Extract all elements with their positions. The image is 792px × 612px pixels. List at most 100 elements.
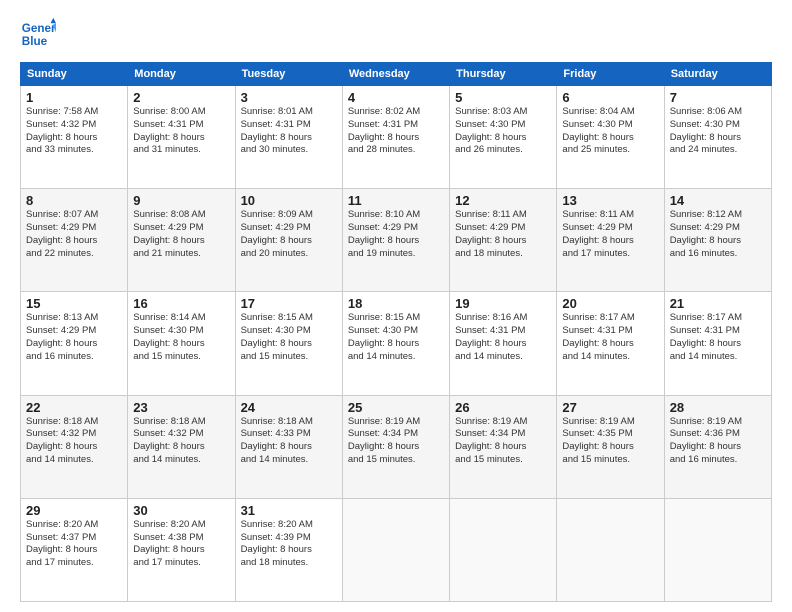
day-number: 22 — [26, 400, 122, 415]
table-row: 11Sunrise: 8:10 AMSunset: 4:29 PMDayligh… — [342, 189, 449, 292]
day-info: Sunrise: 8:08 AMSunset: 4:29 PMDaylight:… — [133, 209, 205, 258]
table-row — [557, 498, 664, 601]
day-info: Sunrise: 8:19 AMSunset: 4:34 PMDaylight:… — [455, 416, 527, 465]
day-info: Sunrise: 8:01 AMSunset: 4:31 PMDaylight:… — [241, 106, 313, 155]
day-number: 26 — [455, 400, 551, 415]
day-info: Sunrise: 8:20 AMSunset: 4:38 PMDaylight:… — [133, 519, 205, 568]
table-row: 2Sunrise: 8:00 AMSunset: 4:31 PMDaylight… — [128, 86, 235, 189]
day-number: 12 — [455, 193, 551, 208]
page: General Blue Sunday Monday Tuesday Wedne… — [0, 0, 792, 612]
day-number: 15 — [26, 296, 122, 311]
calendar-row: 8Sunrise: 8:07 AMSunset: 4:29 PMDaylight… — [21, 189, 772, 292]
day-number: 20 — [562, 296, 658, 311]
table-row: 19Sunrise: 8:16 AMSunset: 4:31 PMDayligh… — [450, 292, 557, 395]
day-info: Sunrise: 8:11 AMSunset: 4:29 PMDaylight:… — [455, 209, 527, 258]
day-info: Sunrise: 8:16 AMSunset: 4:31 PMDaylight:… — [455, 312, 527, 361]
calendar-row: 22 Sunrise: 8:18 AMSunset: 4:32 PMDayligh… — [21, 395, 772, 498]
day-number: 5 — [455, 90, 551, 105]
table-row — [342, 498, 449, 601]
header-friday: Friday — [557, 63, 664, 86]
day-number: 3 — [241, 90, 337, 105]
table-row: 21Sunrise: 8:17 AMSunset: 4:31 PMDayligh… — [664, 292, 771, 395]
day-info: Sunrise: 8:15 AMSunset: 4:30 PMDaylight:… — [241, 312, 313, 361]
table-row: 3Sunrise: 8:01 AMSunset: 4:31 PMDaylight… — [235, 86, 342, 189]
table-row: 30Sunrise: 8:20 AMSunset: 4:38 PMDayligh… — [128, 498, 235, 601]
table-row: 29Sunrise: 8:20 AMSunset: 4:37 PMDayligh… — [21, 498, 128, 601]
day-info: Sunrise: 8:19 AMSunset: 4:35 PMDaylight:… — [562, 416, 634, 465]
day-number: 2 — [133, 90, 229, 105]
day-number: 14 — [670, 193, 766, 208]
header-saturday: Saturday — [664, 63, 771, 86]
day-info: Sunrise: 8:06 AMSunset: 4:30 PMDaylight:… — [670, 106, 742, 155]
header-wednesday: Wednesday — [342, 63, 449, 86]
day-number: 30 — [133, 503, 229, 518]
table-row: 28Sunrise: 8:19 AMSunset: 4:36 PMDayligh… — [664, 395, 771, 498]
day-info: Sunrise: 7:58 AMSunset: 4:32 PMDaylight:… — [26, 106, 98, 155]
header-monday: Monday — [128, 63, 235, 86]
table-row: 26Sunrise: 8:19 AMSunset: 4:34 PMDayligh… — [450, 395, 557, 498]
day-number: 23 — [133, 400, 229, 415]
table-row: 23Sunrise: 8:18 AMSunset: 4:32 PMDayligh… — [128, 395, 235, 498]
header-sunday: Sunday — [21, 63, 128, 86]
day-info: Sunrise: 8:03 AMSunset: 4:30 PMDaylight:… — [455, 106, 527, 155]
day-info: Sunrise: 8:19 AMSunset: 4:34 PMDaylight:… — [348, 416, 420, 465]
table-row: 27Sunrise: 8:19 AMSunset: 4:35 PMDayligh… — [557, 395, 664, 498]
day-info: Sunrise: 8:04 AMSunset: 4:30 PMDaylight:… — [562, 106, 634, 155]
day-number: 4 — [348, 90, 444, 105]
svg-text:General: General — [22, 22, 56, 35]
day-info: Sunrise: 8:12 AMSunset: 4:29 PMDaylight:… — [670, 209, 742, 258]
day-number: 10 — [241, 193, 337, 208]
table-row: 15Sunrise: 8:13 AMSunset: 4:29 PMDayligh… — [21, 292, 128, 395]
day-number: 1 — [26, 90, 122, 105]
day-number: 27 — [562, 400, 658, 415]
table-row — [664, 498, 771, 601]
day-number: 17 — [241, 296, 337, 311]
day-number: 28 — [670, 400, 766, 415]
day-info: Sunrise: 8:20 AMSunset: 4:37 PMDaylight:… — [26, 519, 98, 568]
day-number: 25 — [348, 400, 444, 415]
day-info: Sunrise: 8:13 AMSunset: 4:29 PMDaylight:… — [26, 312, 98, 361]
day-number: 21 — [670, 296, 766, 311]
day-info: Sunrise: 8:14 AMSunset: 4:30 PMDaylight:… — [133, 312, 205, 361]
day-info: Sunrise: 8:02 AMSunset: 4:31 PMDaylight:… — [348, 106, 420, 155]
table-row — [450, 498, 557, 601]
table-row: 18Sunrise: 8:15 AMSunset: 4:30 PMDayligh… — [342, 292, 449, 395]
table-row: 9Sunrise: 8:08 AMSunset: 4:29 PMDaylight… — [128, 189, 235, 292]
day-info: Sunrise: 8:17 AMSunset: 4:31 PMDaylight:… — [562, 312, 634, 361]
day-info: Sunrise: 8:00 AMSunset: 4:31 PMDaylight:… — [133, 106, 205, 155]
calendar-row: 15Sunrise: 8:13 AMSunset: 4:29 PMDayligh… — [21, 292, 772, 395]
table-row: 6Sunrise: 8:04 AMSunset: 4:30 PMDaylight… — [557, 86, 664, 189]
day-number: 29 — [26, 503, 122, 518]
table-row: 24Sunrise: 8:18 AMSunset: 4:33 PMDayligh… — [235, 395, 342, 498]
day-number: 7 — [670, 90, 766, 105]
day-number: 18 — [348, 296, 444, 311]
day-info: Sunrise: 8:18 AMSunset: 4:32 PMDaylight:… — [133, 416, 205, 465]
day-number: 11 — [348, 193, 444, 208]
day-info: Sunrise: 8:11 AMSunset: 4:29 PMDaylight:… — [562, 209, 634, 258]
day-info: Sunrise: 8:17 AMSunset: 4:31 PMDaylight:… — [670, 312, 742, 361]
day-info: Sunrise: 8:07 AMSunset: 4:29 PMDaylight:… — [26, 209, 98, 258]
header-tuesday: Tuesday — [235, 63, 342, 86]
day-number: 6 — [562, 90, 658, 105]
logo-icon: General Blue — [20, 16, 56, 52]
table-row: 4Sunrise: 8:02 AMSunset: 4:31 PMDaylight… — [342, 86, 449, 189]
table-row: 25Sunrise: 8:19 AMSunset: 4:34 PMDayligh… — [342, 395, 449, 498]
table-row: 8Sunrise: 8:07 AMSunset: 4:29 PMDaylight… — [21, 189, 128, 292]
table-row: 14Sunrise: 8:12 AMSunset: 4:29 PMDayligh… — [664, 189, 771, 292]
header: General Blue — [20, 16, 772, 52]
logo: General Blue — [20, 16, 56, 52]
table-row: 31Sunrise: 8:20 AMSunset: 4:39 PMDayligh… — [235, 498, 342, 601]
table-row: 1Sunrise: 7:58 AMSunset: 4:32 PMDaylight… — [21, 86, 128, 189]
calendar-row: 29Sunrise: 8:20 AMSunset: 4:37 PMDayligh… — [21, 498, 772, 601]
calendar-table: Sunday Monday Tuesday Wednesday Thursday… — [20, 62, 772, 602]
day-number: 31 — [241, 503, 337, 518]
table-row: 10Sunrise: 8:09 AMSunset: 4:29 PMDayligh… — [235, 189, 342, 292]
weekday-header-row: Sunday Monday Tuesday Wednesday Thursday… — [21, 63, 772, 86]
table-row: 7Sunrise: 8:06 AMSunset: 4:30 PMDaylight… — [664, 86, 771, 189]
table-row: 20Sunrise: 8:17 AMSunset: 4:31 PMDayligh… — [557, 292, 664, 395]
day-number: 19 — [455, 296, 551, 311]
day-info: Sunrise: 8:09 AMSunset: 4:29 PMDaylight:… — [241, 209, 313, 258]
table-row: 17Sunrise: 8:15 AMSunset: 4:30 PMDayligh… — [235, 292, 342, 395]
day-number: 8 — [26, 193, 122, 208]
day-info: Sunrise: 8:18 AMSunset: 4:33 PMDaylight:… — [241, 416, 313, 465]
